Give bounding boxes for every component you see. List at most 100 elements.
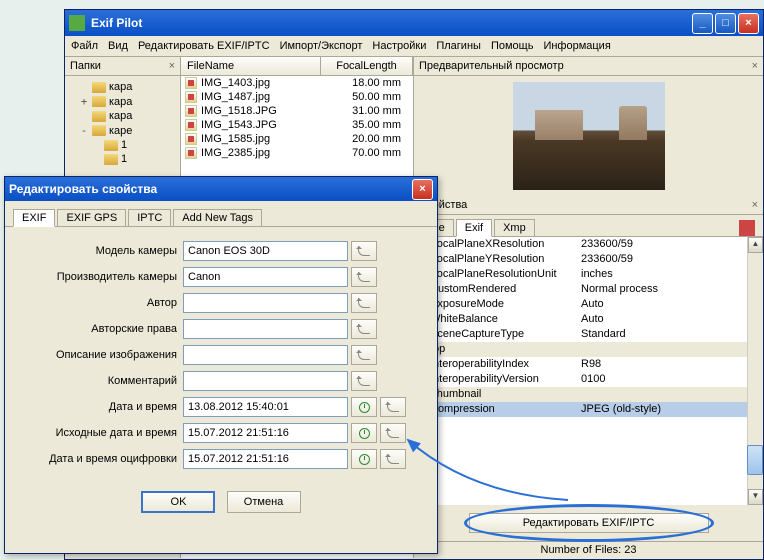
menu-item[interactable]: Редактировать EXIF/IPTC bbox=[138, 40, 270, 52]
field-row: Модель камеры bbox=[15, 241, 427, 261]
dialog-titlebar[interactable]: Редактировать свойства × bbox=[5, 177, 437, 201]
prop-row[interactable]: SceneCaptureTypeStandard bbox=[414, 327, 763, 342]
prop-row[interactable]: WhiteBalanceAuto bbox=[414, 312, 763, 327]
tab-exif[interactable]: Exif bbox=[456, 219, 492, 237]
cancel-button[interactable]: Отмена bbox=[227, 491, 301, 513]
menu-item[interactable]: Вид bbox=[108, 40, 128, 52]
prop-row[interactable]: InteroperabilityVersion0100 bbox=[414, 372, 763, 387]
tab-xmp[interactable]: Xmp bbox=[494, 219, 535, 236]
field-input[interactable] bbox=[183, 397, 348, 417]
scroll-up-button[interactable]: ▲ bbox=[748, 237, 763, 253]
image-file-icon bbox=[185, 77, 197, 89]
field-input[interactable] bbox=[183, 371, 348, 391]
file-row[interactable]: IMG_1585.jpg20.00 mm bbox=[181, 132, 413, 146]
ok-button[interactable]: OK bbox=[141, 491, 215, 513]
file-row[interactable]: IMG_1543.JPG35.00 mm bbox=[181, 118, 413, 132]
folder-tree[interactable]: кара+каракара-каре11 bbox=[65, 76, 180, 170]
properties-tool-icon[interactable] bbox=[739, 220, 755, 236]
menu-item[interactable]: Помощь bbox=[491, 40, 534, 52]
main-titlebar[interactable]: Exif Pilot _ □ × bbox=[65, 10, 763, 36]
menu-item[interactable]: Файл bbox=[71, 40, 98, 52]
focal-length: 50.00 mm bbox=[326, 91, 409, 103]
tree-item[interactable]: 1 bbox=[67, 152, 178, 166]
menu-item[interactable]: Плагины bbox=[436, 40, 481, 52]
maximize-button[interactable]: □ bbox=[715, 13, 736, 34]
prop-row[interactable]: InteroperabilityIndexR98 bbox=[414, 357, 763, 372]
properties-grid[interactable]: FocalPlaneXResolution233600/59FocalPlane… bbox=[414, 237, 763, 505]
col-filename[interactable]: FileName bbox=[181, 57, 321, 75]
undo-button[interactable] bbox=[380, 397, 406, 417]
field-input[interactable] bbox=[183, 319, 348, 339]
prop-group-row[interactable]: -Thumbnail bbox=[414, 387, 763, 402]
scrollbar[interactable]: ▲ ▼ bbox=[747, 237, 763, 505]
field-input[interactable] bbox=[183, 267, 348, 287]
field-input[interactable] bbox=[183, 293, 348, 313]
properties-close-icon[interactable]: × bbox=[752, 199, 758, 211]
close-button[interactable]: × bbox=[738, 13, 759, 34]
tree-label: кара bbox=[109, 96, 132, 108]
folders-close-icon[interactable]: × bbox=[169, 60, 175, 72]
clock-button[interactable] bbox=[351, 423, 377, 443]
prop-row[interactable]: FocalPlaneXResolution233600/59 bbox=[414, 237, 763, 252]
field-input[interactable] bbox=[183, 449, 348, 469]
field-input[interactable] bbox=[183, 423, 348, 443]
preview-title: Предварительный просмотр bbox=[419, 60, 564, 72]
prop-value: 233600/59 bbox=[581, 237, 761, 252]
scroll-thumb[interactable] bbox=[747, 445, 763, 475]
prop-row[interactable]: FocalPlaneYResolution233600/59 bbox=[414, 252, 763, 267]
prop-value: inches bbox=[581, 267, 761, 282]
dialog-close-button[interactable]: × bbox=[412, 179, 433, 200]
field-label: Производитель камеры bbox=[15, 271, 183, 283]
file-row[interactable]: IMG_1403.jpg18.00 mm bbox=[181, 76, 413, 90]
field-row: Исходные дата и время bbox=[15, 423, 427, 443]
field-row: Дата и время bbox=[15, 397, 427, 417]
file-row[interactable]: IMG_1518.JPG31.00 mm bbox=[181, 104, 413, 118]
clock-button[interactable] bbox=[351, 397, 377, 417]
tree-item[interactable]: -каре bbox=[67, 123, 178, 138]
field-row: Производитель камеры bbox=[15, 267, 427, 287]
scroll-down-button[interactable]: ▼ bbox=[748, 489, 763, 505]
prop-row[interactable]: CustomRenderedNormal process bbox=[414, 282, 763, 297]
dlg-tab-exif[interactable]: EXIF bbox=[13, 209, 55, 227]
tree-item[interactable]: +кара bbox=[67, 94, 178, 109]
edit-exif-iptc-button[interactable]: Редактировать EXIF/IPTC bbox=[469, 513, 709, 533]
undo-button[interactable] bbox=[351, 345, 377, 365]
prop-row[interactable]: FocalPlaneResolutionUnitinches bbox=[414, 267, 763, 282]
field-row: Описание изображения bbox=[15, 345, 427, 365]
undo-button[interactable] bbox=[380, 449, 406, 469]
field-input[interactable] bbox=[183, 241, 348, 261]
folder-icon bbox=[92, 111, 106, 122]
preview-image bbox=[513, 82, 665, 190]
tree-item[interactable]: 1 bbox=[67, 138, 178, 152]
clock-icon bbox=[359, 454, 370, 465]
clock-button[interactable] bbox=[351, 449, 377, 469]
undo-button[interactable] bbox=[351, 241, 377, 261]
file-name: IMG_1487.jpg bbox=[201, 91, 326, 103]
preview-close-icon[interactable]: × bbox=[752, 60, 758, 72]
field-label: Автор bbox=[15, 297, 183, 309]
minimize-button[interactable]: _ bbox=[692, 13, 713, 34]
tree-item[interactable]: кара bbox=[67, 80, 178, 94]
preview-header: Предварительный просмотр × bbox=[414, 57, 763, 76]
prop-row[interactable]: ExposureModeAuto bbox=[414, 297, 763, 312]
col-focallength[interactable]: FocalLength bbox=[321, 57, 413, 75]
dlg-tab-iptc[interactable]: IPTC bbox=[128, 209, 171, 226]
undo-button[interactable] bbox=[380, 423, 406, 443]
prop-group-row[interactable]: -Iop bbox=[414, 342, 763, 357]
menu-item[interactable]: Настройки bbox=[372, 40, 426, 52]
file-row[interactable]: IMG_2385.jpg70.00 mm bbox=[181, 146, 413, 160]
field-input[interactable] bbox=[183, 345, 348, 365]
file-row[interactable]: IMG_1487.jpg50.00 mm bbox=[181, 90, 413, 104]
undo-button[interactable] bbox=[351, 319, 377, 339]
menu-item[interactable]: Импорт/Экспорт bbox=[280, 40, 363, 52]
files-table-header[interactable]: FileName FocalLength bbox=[181, 57, 413, 76]
undo-button[interactable] bbox=[351, 267, 377, 287]
undo-button[interactable] bbox=[351, 293, 377, 313]
menu-item[interactable]: Информация bbox=[543, 40, 610, 52]
file-name: IMG_1518.JPG bbox=[201, 105, 326, 117]
tree-item[interactable]: кара bbox=[67, 109, 178, 123]
dlg-tab-addnew[interactable]: Add New Tags bbox=[173, 209, 262, 226]
dlg-tab-exifgps[interactable]: EXIF GPS bbox=[57, 209, 126, 226]
undo-button[interactable] bbox=[351, 371, 377, 391]
prop-row[interactable]: CompressionJPEG (old-style) bbox=[414, 402, 763, 417]
